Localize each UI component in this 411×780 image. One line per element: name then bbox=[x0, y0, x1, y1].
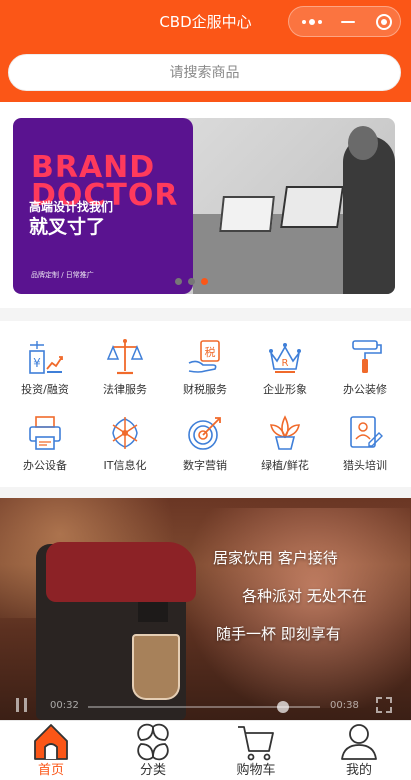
category-label: 投资/融资 bbox=[21, 383, 69, 396]
header: CBD企服中心 bbox=[0, 0, 411, 102]
carousel-dot[interactable] bbox=[188, 278, 195, 285]
banner-photo-laptop bbox=[280, 186, 344, 228]
tax-hand-icon: 税 bbox=[188, 340, 220, 373]
category-label: 办公设备 bbox=[23, 459, 67, 472]
svg-text:¥: ¥ bbox=[33, 356, 41, 370]
minimize-icon bbox=[340, 20, 355, 23]
category-label: 法律服务 bbox=[103, 383, 147, 396]
category-item-equipment[interactable]: 办公设备 bbox=[4, 413, 86, 483]
category-item-marketing[interactable]: 数字营销 bbox=[164, 413, 246, 483]
search-bar[interactable] bbox=[8, 54, 401, 91]
category-grid: ¥ 投资/融资 法律服务 税 财税服务 R 企业形象 办公装修 办公设备 IT信… bbox=[0, 321, 411, 487]
banner-subtitle-large: 就叉寸了 bbox=[29, 216, 106, 238]
svg-text:R: R bbox=[282, 358, 289, 369]
more-dots-icon bbox=[301, 18, 322, 25]
resume-icon bbox=[350, 416, 383, 448]
banner-photo-laptop bbox=[219, 196, 275, 232]
category-item-brand[interactable]: R 企业形象 bbox=[244, 337, 326, 407]
tab-cart[interactable]: 购物车 bbox=[205, 721, 307, 780]
close-button[interactable] bbox=[365, 7, 402, 36]
pause-icon[interactable] bbox=[16, 698, 28, 712]
video-current-time: 00:32 bbox=[50, 700, 79, 711]
banner-photo-person bbox=[348, 126, 378, 160]
banner-photo-person bbox=[343, 136, 395, 294]
video-controls: 00:32 00:38 bbox=[0, 694, 411, 716]
carousel-indicators bbox=[175, 278, 208, 285]
category-label: 财税服务 bbox=[183, 383, 227, 396]
finance-chart-icon: ¥ bbox=[29, 341, 63, 374]
banner-footer-text: 品牌定制 / 日常推广 bbox=[31, 271, 94, 279]
carousel-dot[interactable] bbox=[175, 278, 182, 285]
printer-icon bbox=[29, 416, 61, 450]
minimize-button[interactable] bbox=[329, 7, 366, 36]
banner-section: BRAND DOCTOR 高端设计找我们 就叉寸了 品牌定制 / 日常推广 bbox=[0, 102, 411, 308]
category-item-legal[interactable]: 法律服务 bbox=[84, 337, 166, 407]
crown-brand-icon: R bbox=[269, 343, 301, 373]
video-caption: 居家饮用 客户接待 bbox=[213, 549, 338, 567]
category-icon bbox=[137, 723, 169, 761]
tab-label: 首页 bbox=[37, 763, 64, 778]
banner-carousel[interactable]: BRAND DOCTOR 高端设计找我们 就叉寸了 品牌定制 / 日常推广 bbox=[13, 118, 395, 294]
category-label: 绿植/鲜花 bbox=[261, 459, 309, 472]
category-item-plants[interactable]: 绿植/鲜花 bbox=[244, 413, 326, 483]
video-caption: 随手一杯 即刻享有 bbox=[216, 625, 341, 643]
home-icon bbox=[34, 724, 68, 760]
promo-video[interactable]: 居家饮用 客户接待 各种派对 无处不在 随手一杯 即刻享有 00:32 00:3… bbox=[0, 498, 411, 720]
category-label: 办公装修 bbox=[343, 383, 387, 396]
video-caption: 各种派对 无处不在 bbox=[242, 587, 367, 605]
tab-label: 购物车 bbox=[236, 763, 276, 778]
target-close-icon bbox=[375, 13, 392, 30]
tab-home[interactable]: 首页 bbox=[0, 721, 102, 780]
fullscreen-icon[interactable] bbox=[376, 697, 392, 713]
category-label: 数字营销 bbox=[183, 459, 227, 472]
category-item-finance[interactable]: ¥ 投资/融资 bbox=[4, 337, 86, 407]
tab-label: 我的 bbox=[345, 763, 372, 778]
network-icon bbox=[112, 417, 138, 449]
scales-icon bbox=[106, 339, 144, 375]
video-cup bbox=[132, 634, 180, 700]
category-item-renovation[interactable]: 办公装修 bbox=[324, 337, 406, 407]
tab-profile[interactable]: 我的 bbox=[308, 721, 410, 780]
paint-roller-icon bbox=[352, 340, 382, 373]
user-icon bbox=[341, 724, 377, 760]
search-input[interactable] bbox=[9, 55, 400, 90]
category-label: 企业形象 bbox=[263, 383, 307, 396]
target-arrow-icon bbox=[188, 417, 221, 450]
svg-text:税: 税 bbox=[205, 345, 216, 359]
page: CBD企服中心 BRAND DOCTOR 高端设计找我们 bbox=[0, 0, 411, 780]
tab-label: 分类 bbox=[139, 763, 166, 778]
video-background bbox=[170, 508, 410, 708]
category-item-tax[interactable]: 税 财税服务 bbox=[164, 337, 246, 407]
category-label: IT信息化 bbox=[103, 459, 147, 472]
category-item-it[interactable]: IT信息化 bbox=[84, 413, 166, 483]
more-button[interactable] bbox=[293, 7, 330, 36]
video-progress-thumb[interactable] bbox=[276, 701, 289, 713]
tab-category[interactable]: 分类 bbox=[102, 721, 204, 780]
category-item-headhunting[interactable]: 猎头培训 bbox=[324, 413, 406, 483]
bottom-tab-bar: 首页 分类 购物车 我的 bbox=[0, 720, 411, 780]
potted-plant-icon bbox=[270, 415, 300, 450]
banner-subtitle: 高端设计找我们 bbox=[29, 200, 114, 214]
category-label: 猎头培训 bbox=[343, 459, 387, 472]
carousel-dot-active[interactable] bbox=[201, 278, 208, 285]
video-duration: 00:38 bbox=[330, 700, 359, 711]
mini-program-capsule bbox=[288, 6, 401, 37]
cart-icon bbox=[238, 726, 274, 761]
